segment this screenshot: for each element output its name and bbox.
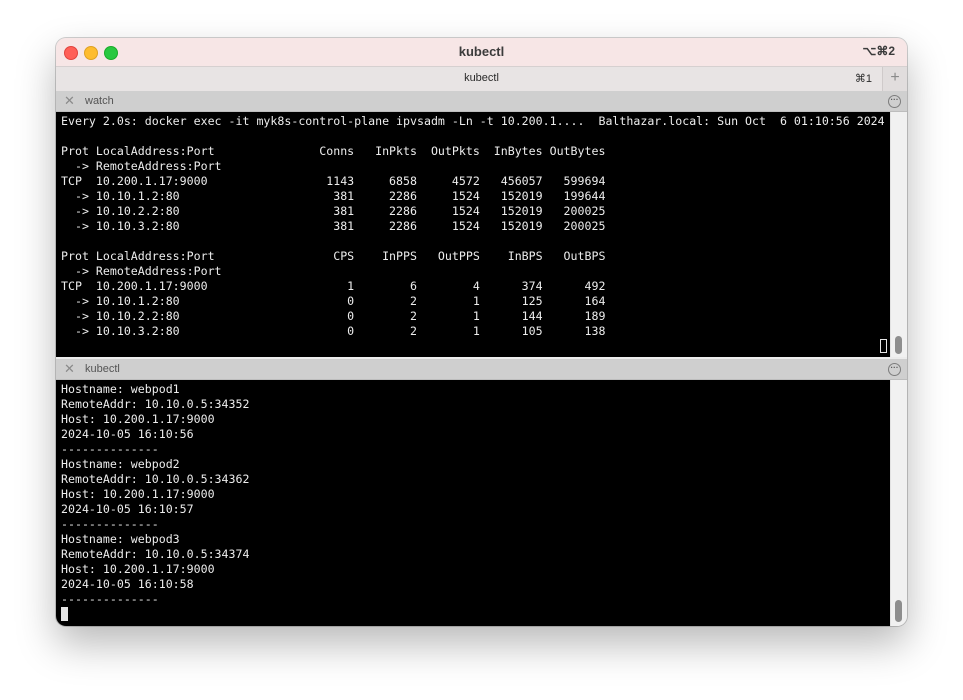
- tab-bar: kubectl ⌘1 +: [56, 66, 907, 92]
- kubectl-terminal-output[interactable]: Hostname: webpod1 RemoteAddr: 10.10.0.5:…: [56, 380, 891, 626]
- tab-kubectl[interactable]: kubectl: [56, 72, 907, 84]
- watch-scrollbar[interactable]: [890, 112, 907, 357]
- pane-menu-icon[interactable]: ···: [888, 95, 901, 108]
- tab-shortcut: ⌘1: [854, 73, 872, 85]
- kubectl-scrollbar-thumb[interactable]: [895, 600, 902, 622]
- terminal-cursor: [61, 607, 68, 621]
- new-tab-button[interactable]: +: [882, 67, 907, 91]
- window-shortcut: ⌥⌘2: [862, 44, 895, 58]
- terminal-window: kubectl ⌥⌘2 kubectl ⌘1 + ✕ watch ··· Eve…: [56, 38, 907, 626]
- watch-terminal-output[interactable]: Every 2.0s: docker exec -it myk8s-contro…: [56, 112, 891, 357]
- close-pane-icon[interactable]: ✕: [64, 361, 75, 377]
- kubectl-scrollbar[interactable]: [890, 380, 907, 626]
- close-pane-icon[interactable]: ✕: [64, 93, 75, 109]
- title-bar[interactable]: kubectl ⌥⌘2: [56, 38, 907, 66]
- pane-menu-icon[interactable]: ···: [888, 363, 901, 376]
- watch-pane-title: watch: [85, 95, 114, 107]
- watch-pane-header[interactable]: ✕ watch ···: [56, 91, 907, 112]
- watch-output-text: Every 2.0s: docker exec -it myk8s-contro…: [61, 114, 885, 338]
- terminal-cursor: [880, 339, 887, 353]
- window-title: kubectl: [458, 44, 505, 59]
- kubectl-output-text: Hostname: webpod1 RemoteAddr: 10.10.0.5:…: [61, 382, 250, 606]
- kubectl-pane-header[interactable]: ✕ kubectl ···: [56, 359, 907, 380]
- watch-scrollbar-thumb[interactable]: [895, 336, 902, 354]
- kubectl-pane-title: kubectl: [85, 363, 120, 375]
